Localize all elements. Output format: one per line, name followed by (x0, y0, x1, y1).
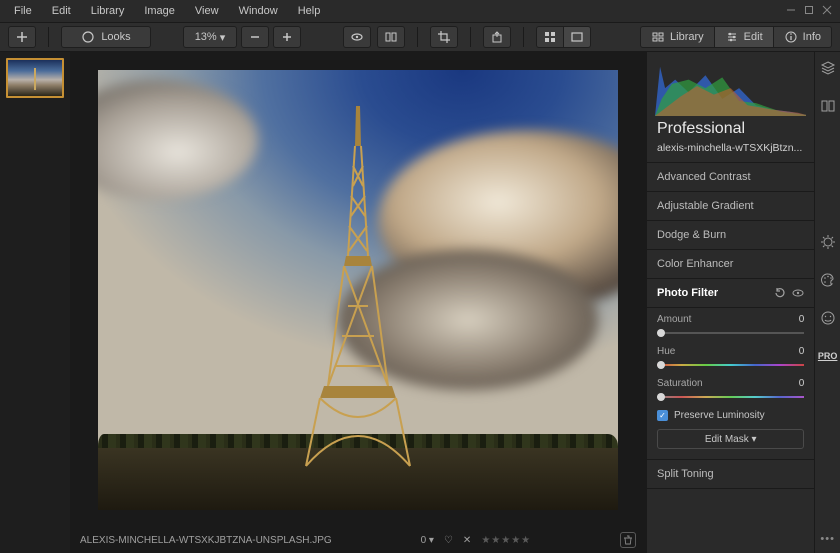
module-tabs: Library Edit Info (640, 26, 832, 48)
checkbox-checked-icon: ✓ (657, 410, 668, 421)
minimize-button[interactable] (782, 5, 800, 18)
menu-library[interactable]: Library (81, 0, 135, 22)
rating-stars[interactable]: ★★★★★ (481, 535, 531, 546)
grid-view-button[interactable] (536, 26, 564, 48)
canvas-area: ALEXIS-MINCHELLA-WTSXKJBTZNA-UNSPLASH.JP… (70, 52, 646, 553)
image-canvas[interactable] (98, 70, 618, 510)
view-mode-segment (536, 26, 591, 48)
preset-filename: alexis-minchella-wTSXKjBtzn... (647, 142, 814, 163)
tab-edit[interactable]: Edit (714, 26, 774, 48)
status-filename: ALEXIS-MINCHELLA-WTSXKJBTZNA-UNSPLASH.JP… (80, 535, 332, 546)
menu-help[interactable]: Help (288, 0, 331, 22)
edit-mask-button[interactable]: Edit Mask ▾ (657, 429, 804, 449)
tab-library[interactable]: Library (640, 26, 715, 48)
single-view-button[interactable] (563, 26, 591, 48)
compare-button[interactable] (377, 26, 405, 48)
panel-adjustable-gradient[interactable]: Adjustable Gradient (647, 192, 814, 221)
menu-file[interactable]: File (4, 0, 42, 22)
amount-value: 0 (799, 314, 805, 325)
looks-button[interactable]: Looks (61, 26, 151, 48)
layers-icon[interactable] (818, 58, 838, 78)
right-rail: PRO ••• (814, 52, 840, 553)
panel-dodge-burn[interactable]: Dodge & Burn (647, 221, 814, 250)
looks-label: Looks (101, 31, 130, 43)
saturation-value: 0 (799, 378, 805, 389)
eiffel-tower-graphic (298, 106, 418, 476)
compare-rail-icon[interactable] (818, 96, 838, 116)
saturation-slider[interactable] (657, 392, 804, 402)
menu-image[interactable]: Image (134, 0, 185, 22)
hue-label: Hue (657, 346, 675, 357)
zoom-out-button[interactable] (241, 26, 269, 48)
portrait-icon[interactable] (818, 308, 838, 328)
menu-edit[interactable]: Edit (42, 0, 81, 22)
histogram[interactable] (655, 56, 806, 116)
hue-value: 0 (799, 346, 805, 357)
zoom-group: 13% ▾ (183, 26, 301, 48)
flag-control[interactable]: 0 ▾ (421, 535, 434, 546)
toolbar: Looks 13% ▾ Library Edit Info (0, 22, 840, 52)
zoom-value[interactable]: 13% ▾ (183, 26, 237, 48)
preview-button[interactable] (343, 26, 371, 48)
edit-panel: Professional alexis-minchella-wTSXKjBtzn… (646, 52, 814, 553)
essentials-icon[interactable] (818, 232, 838, 252)
menu-bar: File Edit Library Image View Window Help (0, 0, 840, 22)
menu-window[interactable]: Window (229, 0, 288, 22)
preserve-luminosity-checkbox[interactable]: ✓ Preserve Luminosity (657, 410, 804, 421)
amount-slider[interactable] (657, 328, 804, 338)
trash-button[interactable] (620, 532, 636, 548)
reset-icon[interactable] (774, 287, 786, 299)
panel-photo-filter-body: Amount 0 Hue 0 Saturation 0 ✓ Preserve Lumi… (647, 308, 814, 460)
eye-icon[interactable] (792, 287, 804, 299)
hue-slider[interactable] (657, 360, 804, 370)
pro-badge[interactable]: PRO (818, 346, 838, 366)
panel-split-toning[interactable]: Split Toning (647, 460, 814, 489)
crop-button[interactable] (430, 26, 458, 48)
preset-title: Professional (647, 120, 814, 142)
close-button[interactable] (818, 5, 836, 18)
menu-view[interactable]: View (185, 0, 229, 22)
add-button[interactable] (8, 26, 36, 48)
saturation-label: Saturation (657, 378, 703, 389)
zoom-in-button[interactable] (273, 26, 301, 48)
amount-label: Amount (657, 314, 691, 325)
creative-icon[interactable] (818, 270, 838, 290)
status-bar: ALEXIS-MINCHELLA-WTSXKJBTZNA-UNSPLASH.JP… (70, 527, 646, 553)
filmstrip (0, 52, 70, 553)
panel-advanced-contrast[interactable]: Advanced Contrast (647, 163, 814, 192)
more-icon[interactable]: ••• (820, 533, 835, 545)
panel-photo-filter-header[interactable]: Photo Filter (647, 279, 814, 308)
heart-icon[interactable]: ♡ (444, 535, 453, 546)
tab-info[interactable]: Info (773, 26, 832, 48)
maximize-button[interactable] (800, 5, 818, 18)
panel-color-enhancer[interactable]: Color Enhancer (647, 250, 814, 279)
thumbnail-selected[interactable] (6, 58, 64, 98)
export-button[interactable] (483, 26, 511, 48)
reject-icon[interactable]: ✕ (463, 535, 471, 546)
